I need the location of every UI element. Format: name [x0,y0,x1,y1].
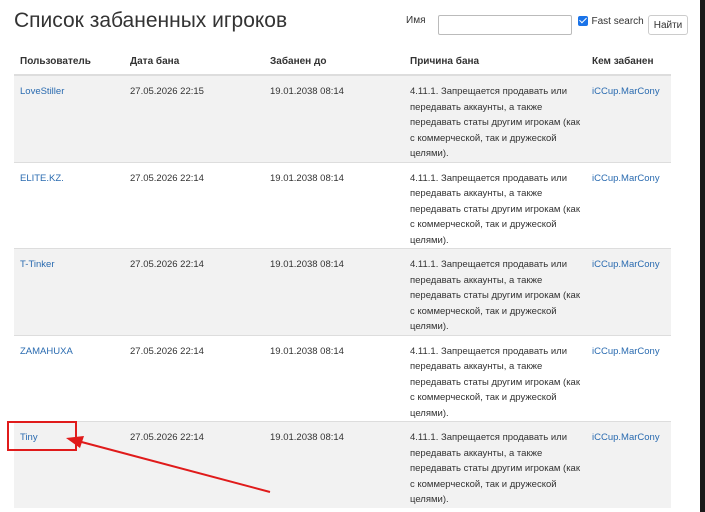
arrow-head [66,436,84,448]
annotation-arrow [66,436,271,493]
arrow-shaft [73,439,271,493]
